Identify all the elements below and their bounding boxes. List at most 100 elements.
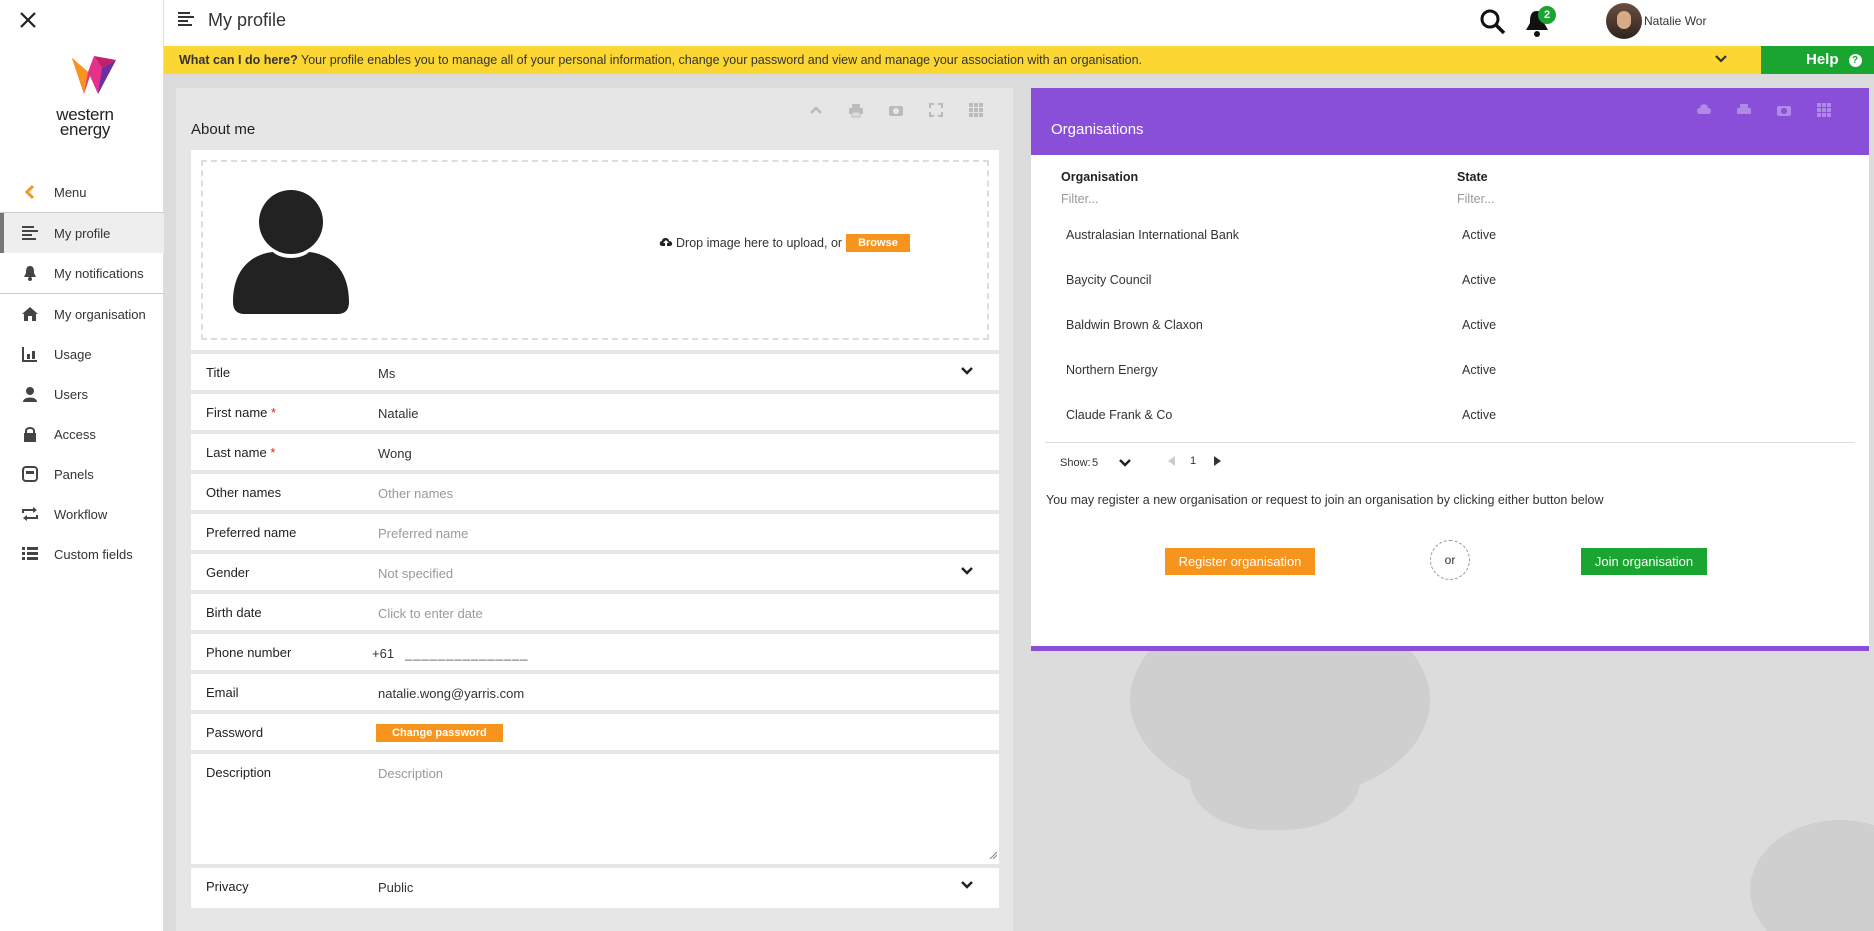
collapse-icon[interactable]	[808, 102, 826, 120]
sidebar-item-my-organisation[interactable]: My organisation	[0, 294, 164, 334]
list-icon	[20, 544, 40, 564]
other-names-placeholder: Other names	[378, 486, 454, 501]
camera-icon[interactable]	[1776, 102, 1794, 120]
workflow-arrows-icon	[20, 504, 40, 524]
user-icon	[20, 384, 40, 404]
image-upload-dropzone[interactable]: Drop image here to upload, or Browse	[191, 150, 999, 350]
western-energy-logo: western energy	[40, 54, 130, 149]
background-decoration	[1190, 720, 1360, 830]
sidebar-item-label: Panels	[54, 466, 94, 482]
print-icon[interactable]	[848, 102, 866, 120]
field-label: Privacy	[206, 879, 249, 894]
sidebar-item-label: Custom fields	[54, 546, 133, 562]
other-names-field[interactable]: Other names Other names	[191, 474, 999, 510]
print-icon[interactable]	[1736, 102, 1754, 120]
change-password-button[interactable]: Change password	[376, 724, 503, 742]
panel-title: About me	[191, 121, 256, 138]
expand-icon[interactable]	[928, 102, 946, 120]
grid-icon[interactable]	[968, 102, 986, 120]
grid-icon[interactable]	[1816, 102, 1834, 120]
field-label: Title	[206, 365, 231, 380]
email-field[interactable]: Email natalie.wong@yarris.com	[191, 674, 999, 710]
table-row[interactable]: Baldwin Brown & Claxon Active	[1045, 302, 1855, 347]
resize-handle-icon[interactable]	[989, 847, 998, 862]
register-organisation-button[interactable]: Register organisation	[1165, 548, 1315, 575]
banner-text: Your profile enables you to manage all o…	[297, 53, 1143, 67]
help-button[interactable]: Help?	[1761, 46, 1874, 74]
table-pager: Show: 5 1	[1045, 442, 1855, 478]
organisation-filter-input[interactable]: Filter...	[1045, 186, 1441, 212]
title-field[interactable]: Title Ms	[191, 354, 999, 390]
or-separator: or	[1430, 540, 1470, 580]
cloud-icon[interactable]	[1696, 102, 1714, 120]
gender-field[interactable]: Gender Not specified	[191, 554, 999, 590]
organisation-state: Active	[1462, 362, 1497, 377]
first-name-field[interactable]: First name * Natalie	[191, 394, 999, 430]
table-row[interactable]: Baycity Council Active	[1045, 257, 1855, 302]
password-field: Password Change password	[191, 714, 999, 750]
info-banner: What can I do here? Your profile enables…	[164, 46, 1761, 74]
chevron-down-icon[interactable]	[961, 364, 973, 379]
first-name-value: Natalie	[378, 406, 419, 421]
banner-question: What can I do here?	[179, 53, 298, 67]
field-label: Gender	[206, 565, 250, 580]
required-marker: *	[271, 405, 277, 420]
sidebar-item-label: My organisation	[54, 306, 146, 322]
privacy-field[interactable]: Privacy Public	[191, 868, 999, 908]
search-icon[interactable]	[1479, 8, 1507, 36]
question-icon: ?	[1848, 54, 1862, 67]
column-header-organisation[interactable]: Organisation	[1045, 168, 1441, 186]
field-label: Description	[206, 765, 272, 780]
chevron-down-icon[interactable]	[1714, 46, 1728, 74]
user-menu[interactable]: Natalie Wor	[1606, 3, 1706, 39]
phone-number-field[interactable]: Phone number +61 _______________	[191, 634, 999, 670]
page-size-select[interactable]: 5	[1092, 457, 1098, 469]
organisation-name: Northern Energy	[1066, 362, 1158, 377]
birth-date-field[interactable]: Birth date Click to enter date	[191, 594, 999, 630]
about-me-panel: About me Drop image here to upload, or B…	[176, 88, 1013, 931]
sidebar-item-usage[interactable]: Usage	[0, 334, 164, 374]
phone-mask: _______________	[405, 646, 529, 661]
panels-icon	[20, 464, 40, 484]
close-icon[interactable]	[16, 8, 40, 32]
table-row[interactable]: Australasian International Bank Active	[1045, 212, 1855, 257]
field-label: First name *	[206, 405, 276, 420]
state-filter-input[interactable]: Filter...	[1441, 186, 1855, 212]
sidebar-item-panels[interactable]: Panels	[0, 454, 164, 494]
camera-icon[interactable]	[888, 102, 906, 120]
sidebar-item-my-notifications[interactable]: My notifications	[0, 253, 164, 293]
next-page-icon[interactable]	[1213, 456, 1221, 469]
sidebar-item-my-profile[interactable]: My profile	[0, 213, 164, 253]
notifications-bell-icon[interactable]: 2	[1524, 6, 1556, 37]
sidebar-item-access[interactable]: Access	[0, 414, 164, 454]
browse-button[interactable]: Browse	[846, 234, 910, 252]
sidebar-item-label: Workflow	[54, 506, 108, 522]
preferred-name-placeholder: Preferred name	[378, 526, 469, 541]
join-organisation-button[interactable]: Join organisation	[1581, 548, 1707, 575]
sidebar-item-custom-fields[interactable]: Custom fields	[0, 534, 164, 574]
preferred-name-field[interactable]: Preferred name Preferred name	[191, 514, 999, 550]
notification-count-badge: 2	[1538, 6, 1556, 24]
organisation-name: Claude Frank & Co	[1066, 407, 1173, 422]
organisation-state: Active	[1462, 407, 1497, 422]
sidebar-item-workflow[interactable]: Workflow	[0, 494, 164, 534]
description-field[interactable]: Description Description	[191, 754, 999, 864]
email-value: natalie.wong@yarris.com	[378, 686, 525, 701]
sidebar-item-menu[interactable]: Menu	[0, 172, 164, 212]
user-name: Natalie Wor	[1644, 14, 1707, 28]
panel-header: Organisations	[1031, 88, 1869, 155]
sidebar-item-label: My profile	[54, 225, 111, 241]
cloud-upload-icon	[659, 236, 673, 251]
organisation-name: Baldwin Brown & Claxon	[1066, 317, 1203, 332]
sidebar-item-users[interactable]: Users	[0, 374, 164, 414]
sidebar-item-label: Usage	[54, 346, 92, 362]
column-header-state[interactable]: State	[1441, 168, 1855, 186]
chevron-down-icon[interactable]	[1119, 458, 1131, 471]
table-row[interactable]: Northern Energy Active	[1045, 347, 1855, 392]
chevron-down-icon[interactable]	[961, 564, 973, 579]
last-name-value: Wong	[378, 446, 412, 461]
table-row[interactable]: Claude Frank & Co Active	[1045, 392, 1855, 437]
prev-page-icon[interactable]	[1168, 456, 1176, 469]
last-name-field[interactable]: Last name * Wong	[191, 434, 999, 470]
chevron-down-icon[interactable]	[961, 878, 973, 893]
